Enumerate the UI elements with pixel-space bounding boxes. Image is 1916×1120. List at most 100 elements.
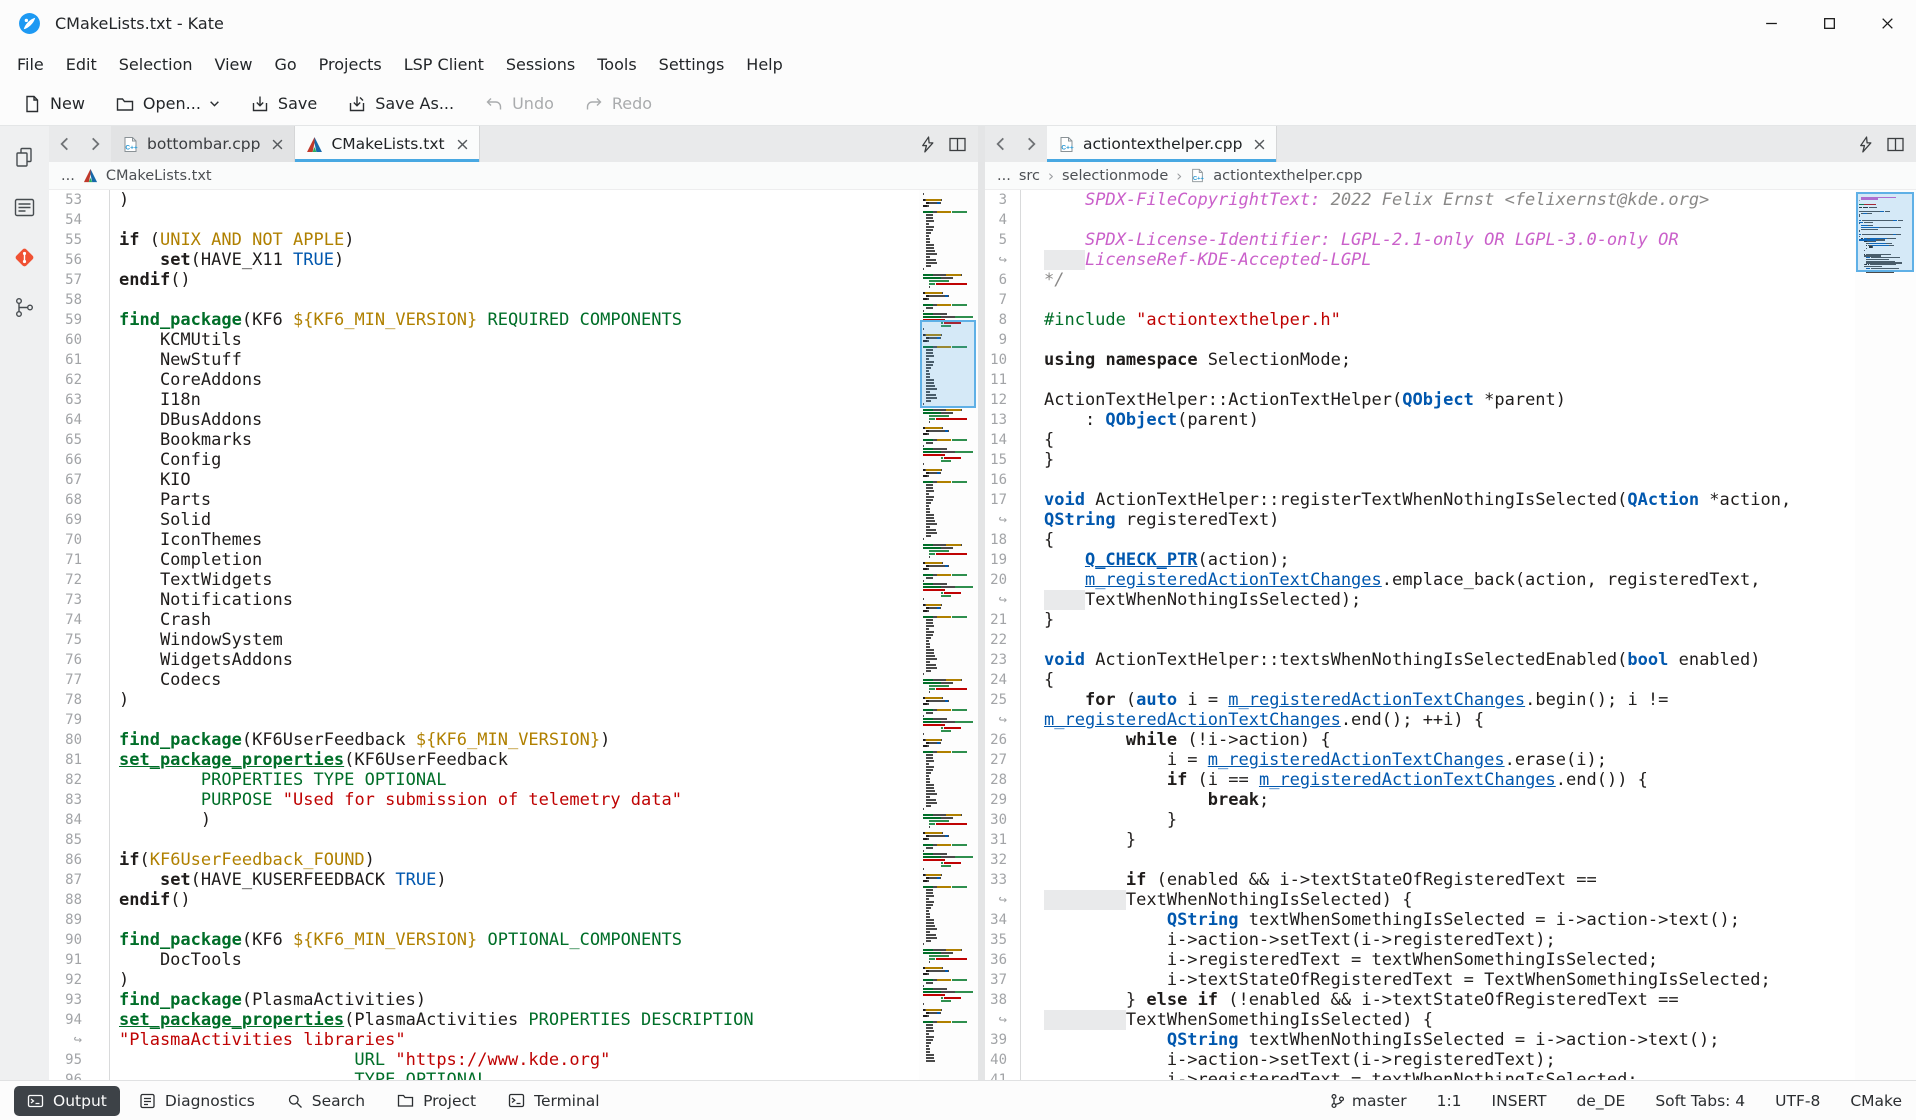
encoding-indicator[interactable]: UTF-8 — [1775, 1092, 1820, 1110]
line-number-gutter: 5354555657585960616263646566676869707172… — [49, 190, 110, 1080]
minimap-line — [923, 490, 976, 492]
pane-splitter[interactable] — [978, 126, 985, 1080]
code-line — [1044, 370, 1855, 390]
cpp-file-icon: C++ — [1058, 136, 1075, 153]
menu-sessions[interactable]: Sessions — [495, 50, 586, 79]
menu-projects[interactable]: Projects — [308, 50, 393, 79]
split-view-icon[interactable] — [949, 137, 966, 152]
close-button[interactable] — [1858, 0, 1916, 46]
close-icon[interactable] — [457, 139, 468, 150]
quick-open-icon[interactable] — [920, 136, 935, 153]
minimap-line — [923, 520, 976, 522]
minimap-line — [923, 508, 976, 510]
minimap-line — [923, 718, 976, 720]
minimap-scrollbar[interactable] — [919, 190, 978, 1080]
open-button[interactable]: Open... — [105, 89, 230, 119]
menu-lsp-client[interactable]: LSP Client — [393, 50, 495, 79]
breadcrumb-more[interactable]: ... — [61, 168, 75, 184]
new-document-button[interactable]: New — [12, 89, 95, 119]
new-document-icon — [22, 94, 42, 114]
save-button[interactable]: Save — [240, 89, 327, 119]
code-line: NewStuff — [119, 350, 919, 370]
dock-filelist-button[interactable] — [8, 190, 42, 224]
code-line: ) — [119, 190, 919, 210]
close-icon[interactable] — [272, 139, 283, 150]
minimap-scrollbar[interactable] — [1855, 190, 1916, 1080]
history-back-button[interactable] — [49, 126, 80, 162]
menu-view[interactable]: View — [204, 50, 264, 79]
tab-actiontexthelper-cpp[interactable]: C++ actiontexthelper.cpp — [1047, 126, 1277, 162]
minimap-line — [923, 859, 976, 861]
history-forward-button[interactable] — [80, 126, 111, 162]
menu-edit[interactable]: Edit — [55, 50, 108, 79]
menu-file[interactable]: File — [6, 50, 55, 79]
code-line: Notifications — [119, 590, 919, 610]
menu-settings[interactable]: Settings — [648, 50, 736, 79]
minimap-line — [923, 742, 976, 744]
maximize-button[interactable] — [1800, 0, 1858, 46]
split-view-icon[interactable] — [1887, 137, 1904, 152]
close-icon[interactable] — [1254, 139, 1265, 150]
diagnostics-panel-button[interactable]: Diagnostics — [126, 1086, 268, 1116]
menu-go[interactable]: Go — [263, 50, 307, 79]
menu-selection[interactable]: Selection — [108, 50, 204, 79]
git-branch-indicator[interactable]: master — [1330, 1092, 1407, 1110]
dictionary-indicator[interactable]: de_DE — [1576, 1092, 1625, 1110]
minimap-line — [923, 511, 976, 513]
breadcrumb-dir[interactable]: src — [1019, 168, 1040, 184]
minimap-line — [923, 415, 976, 417]
search-panel-button[interactable]: Search — [274, 1086, 378, 1116]
text-editor-left[interactable]: 5354555657585960616263646566676869707172… — [49, 190, 978, 1080]
minimap-line — [923, 709, 976, 711]
minimap-line — [923, 676, 976, 678]
code-line: ActionTextHelper::ActionTextHelper(QObje… — [1044, 390, 1855, 410]
minimap-line — [923, 280, 976, 282]
minimap-line — [923, 988, 976, 990]
quick-open-icon[interactable] — [1858, 136, 1873, 153]
minimap-viewport[interactable] — [1856, 192, 1914, 272]
breadcrumb-file[interactable]: CMakeLists.txt — [106, 168, 212, 184]
minimap-line — [923, 1036, 976, 1038]
minimap-line — [923, 970, 976, 972]
text-editor-right[interactable]: 345↪67891011121314151617↪181920↪21222324… — [985, 190, 1916, 1080]
tab-width-indicator[interactable]: Soft Tabs: 4 — [1655, 1092, 1745, 1110]
syntax-mode-indicator[interactable]: CMake — [1850, 1092, 1902, 1110]
minimap-line — [923, 436, 976, 438]
tab-cmakelists-txt[interactable]: CMakeLists.txt — [295, 126, 479, 162]
minimap-line — [923, 643, 976, 645]
project-panel-button[interactable]: Project — [384, 1086, 489, 1116]
minimap-line — [923, 802, 976, 804]
cursor-position-indicator[interactable]: 1:1 — [1437, 1092, 1462, 1110]
undo-button[interactable]: Undo — [474, 89, 564, 119]
breadcrumb-dir[interactable]: selectionmode — [1062, 168, 1168, 184]
code-area[interactable]: )if (UNIX AND NOT APPLE) set(HAVE_X11 TR… — [110, 190, 919, 1080]
menu-help[interactable]: Help — [735, 50, 793, 79]
menu-tools[interactable]: Tools — [586, 50, 647, 79]
new-document-label: New — [50, 94, 85, 113]
minimap-viewport[interactable] — [920, 320, 976, 408]
dock-symbols-button[interactable] — [8, 290, 42, 324]
terminal-panel-button[interactable]: Terminal — [495, 1086, 613, 1116]
minimize-button[interactable] — [1742, 0, 1800, 46]
tab-bottombar-cpp[interactable]: C++ bottombar.cpp — [111, 126, 295, 162]
titlebar: CMakeLists.txt - Kate — [0, 0, 1916, 46]
line-number: 66 — [49, 450, 109, 470]
history-forward-button[interactable] — [1016, 126, 1047, 162]
redo-button[interactable]: Redo — [574, 89, 662, 119]
minimap-line — [923, 799, 976, 801]
dock-documents-button[interactable] — [8, 140, 42, 174]
output-panel-button[interactable]: Output — [14, 1086, 120, 1116]
breadcrumb-file[interactable]: actiontexthelper.cpp — [1213, 168, 1362, 184]
line-number: 36 — [985, 950, 1020, 970]
breadcrumb-more[interactable]: ... — [997, 168, 1011, 184]
minimap-line — [923, 901, 976, 903]
dock-git-button[interactable] — [8, 240, 42, 274]
line-number: 58 — [49, 290, 109, 310]
input-mode-indicator[interactable]: INSERT — [1492, 1092, 1547, 1110]
save-as-button[interactable]: Save As... — [337, 89, 464, 119]
history-back-button[interactable] — [985, 126, 1016, 162]
code-area[interactable]: SPDX-FileCopyrightText: 2022 Felix Ernst… — [1021, 190, 1855, 1080]
minimap-line — [923, 841, 976, 843]
code-line: PROPERTIES TYPE OPTIONAL — [119, 770, 919, 790]
line-number: 63 — [49, 390, 109, 410]
